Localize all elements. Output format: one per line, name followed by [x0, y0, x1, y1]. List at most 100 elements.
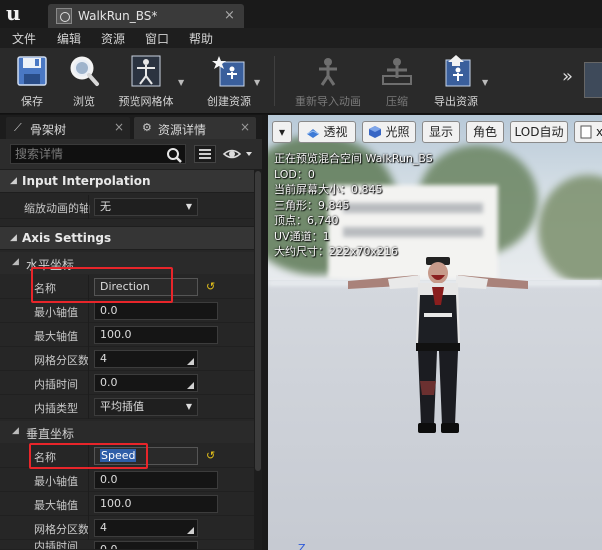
stats-preview-line: 正在预览混合空间 WalkRun_BS: [274, 152, 433, 165]
compress-button[interactable]: 压缩: [374, 52, 420, 110]
column-divider: [88, 371, 89, 395]
vertical-max-field[interactable]: 100.0: [94, 495, 218, 513]
create-asset-label: 创建资源: [207, 95, 251, 108]
skeletal-mesh-icon: [131, 55, 161, 87]
preview-mesh-button[interactable]: ▼ 预览网格体: [110, 52, 184, 110]
spin-handle-icon[interactable]: [187, 527, 194, 534]
vertical-grid-value: 4: [100, 521, 107, 534]
details-scroll-thumb[interactable]: [255, 171, 261, 471]
spin-handle-icon[interactable]: [187, 358, 194, 365]
reimport-animation-button[interactable]: 重新导入动画: [288, 52, 368, 110]
column-divider: [88, 195, 89, 219]
column-divider: [88, 395, 89, 419]
vertical-grid-field[interactable]: 4: [94, 519, 198, 537]
reset-to-default-icon[interactable]: ↺: [206, 280, 215, 293]
horizontal-name-field[interactable]: Direction: [94, 278, 198, 296]
menu-bar: 文件 编辑 资源 窗口 帮助: [0, 28, 602, 48]
export-asset-button[interactable]: ▼ 导出资源: [426, 52, 488, 110]
vertical-min-label: 最小轴值: [34, 475, 78, 488]
save-icon: [17, 56, 47, 86]
horizontal-interp-time-field[interactable]: 0.0: [94, 374, 198, 392]
browse-button[interactable]: 浏览: [60, 52, 108, 110]
tab-skeleton-tree[interactable]: ⟋ 骨架树 ×: [6, 117, 130, 139]
horizontal-grid-label: 网格分区数: [34, 354, 89, 367]
export-asset-label: 导出资源: [434, 95, 478, 108]
lod-auto-button[interactable]: LOD自动: [510, 121, 568, 143]
menu-edit[interactable]: 编辑: [57, 30, 81, 47]
close-tab-icon[interactable]: ×: [224, 8, 235, 23]
perspective-icon: [307, 129, 320, 138]
property-horizontal-interp-type: 内插类型 平均插值: [0, 395, 254, 419]
horizontal-grid-field[interactable]: 4: [94, 350, 198, 368]
horizontal-name-label: 名称: [34, 282, 56, 295]
lit-cube-icon: [369, 126, 382, 138]
horizontal-max-field[interactable]: 100.0: [94, 326, 218, 344]
section-input-interpolation[interactable]: ◢ Input Interpolation: [0, 169, 254, 193]
details-search-row: [0, 139, 262, 169]
group-vertical-axis[interactable]: ◢ 垂直坐标: [0, 421, 254, 443]
horizontal-min-field[interactable]: 0.0: [94, 302, 218, 320]
details-panel: ⟋ 骨架树 × ⚙ 资源详情 × 搜索详情 ◢ Input Interpolat…: [0, 115, 262, 550]
character-right-leg: [439, 351, 458, 425]
property-vertical-grid: 网格分区数 4: [0, 516, 254, 540]
character-head: [428, 262, 448, 284]
horizontal-max-label: 最大轴值: [34, 330, 78, 343]
save-button[interactable]: 保存: [6, 52, 58, 110]
show-button[interactable]: 显示: [422, 121, 460, 143]
character-button[interactable]: 角色: [466, 121, 504, 143]
close-skeleton-tree-icon[interactable]: ×: [114, 120, 124, 134]
eye-icon: [222, 149, 252, 159]
search-details-input[interactable]: [10, 144, 186, 164]
toolbar-overflow-icon[interactable]: »: [562, 66, 573, 87]
column-divider: [88, 275, 89, 299]
perspective-button[interactable]: 透视: [298, 121, 356, 143]
column-divider: [88, 323, 89, 347]
menu-window[interactable]: 窗口: [145, 30, 169, 47]
character-sleeve: [388, 275, 420, 289]
property-horizontal-min: 最小轴值 0.0: [0, 299, 254, 323]
unreal-logo: u: [6, 1, 21, 25]
section-input-interpolation-title: Input Interpolation: [22, 174, 151, 188]
horizontal-interp-type-combo[interactable]: 平均插值: [94, 398, 198, 416]
vertical-name-field[interactable]: Speed: [94, 447, 198, 465]
preview-mesh-dropdown-icon[interactable]: ▼: [178, 78, 184, 87]
toolbar-cut-off-button[interactable]: [584, 62, 602, 98]
expand-arrow-icon: ◢: [12, 426, 19, 436]
save-label: 保存: [21, 95, 43, 108]
create-asset-dropdown-icon[interactable]: ▼: [254, 78, 260, 87]
preview-viewport[interactable]: ▾ 透视 光照 显示 角色 LOD自动 x 正在预览混合空间 WalkRun_B…: [268, 115, 602, 550]
group-horizontal-axis[interactable]: ◢ 水平坐标: [0, 252, 254, 274]
view-options-button[interactable]: [222, 145, 256, 163]
tab-asset-details[interactable]: ⚙ 资源详情 ×: [134, 117, 256, 139]
list-view-button[interactable]: [194, 145, 216, 163]
menu-help[interactable]: 帮助: [189, 30, 213, 47]
column-divider: [88, 468, 89, 492]
lit-button[interactable]: 光照: [362, 121, 416, 143]
search-icon[interactable]: [166, 147, 182, 163]
reset-to-default-icon[interactable]: ↺: [206, 449, 215, 462]
create-asset-button[interactable]: ▼ 创建资源: [196, 52, 262, 110]
viewport-stats: 正在预览混合空间 WalkRun_BS LOD：0 当前屏幕大小：0.845 三…: [274, 151, 433, 260]
document-tab[interactable]: WalkRun_BS* ×: [48, 4, 244, 28]
section-axis-settings[interactable]: ◢ Axis Settings: [0, 226, 254, 250]
menu-asset[interactable]: 资源: [101, 30, 125, 47]
vertical-interp-time-field[interactable]: 0.0: [94, 541, 198, 549]
vertical-name-selected-text: Speed: [100, 449, 137, 462]
main-toolbar: 保存 浏览 ▼ 预览网格体 ▼ 创建资源 重新导入动画 压缩 ▼ 导出资源 »: [0, 48, 602, 114]
scale-axis-combo[interactable]: 无: [94, 198, 198, 216]
export-asset-dropdown-icon[interactable]: ▼: [482, 78, 488, 87]
column-divider: [88, 299, 89, 323]
horizontal-grid-value: 4: [100, 352, 107, 365]
viewport-options-button[interactable]: ▾: [272, 121, 292, 143]
vertical-min-field[interactable]: 0.0: [94, 471, 218, 489]
spin-handle-icon[interactable]: [187, 382, 194, 389]
vertical-name-label: 名称: [34, 451, 56, 464]
close-asset-details-icon[interactable]: ×: [240, 120, 250, 134]
menu-file[interactable]: 文件: [12, 30, 36, 47]
property-vertical-interp-time: 内插时间 0.0: [0, 540, 254, 550]
property-horizontal-grid: 网格分区数 4: [0, 347, 254, 371]
extra-viewport-button[interactable]: x: [574, 121, 602, 143]
horizontal-min-label: 最小轴值: [34, 306, 78, 319]
stats-vertices-line: 顶点：6,740: [274, 214, 339, 227]
details-scrollbar[interactable]: [254, 169, 262, 550]
